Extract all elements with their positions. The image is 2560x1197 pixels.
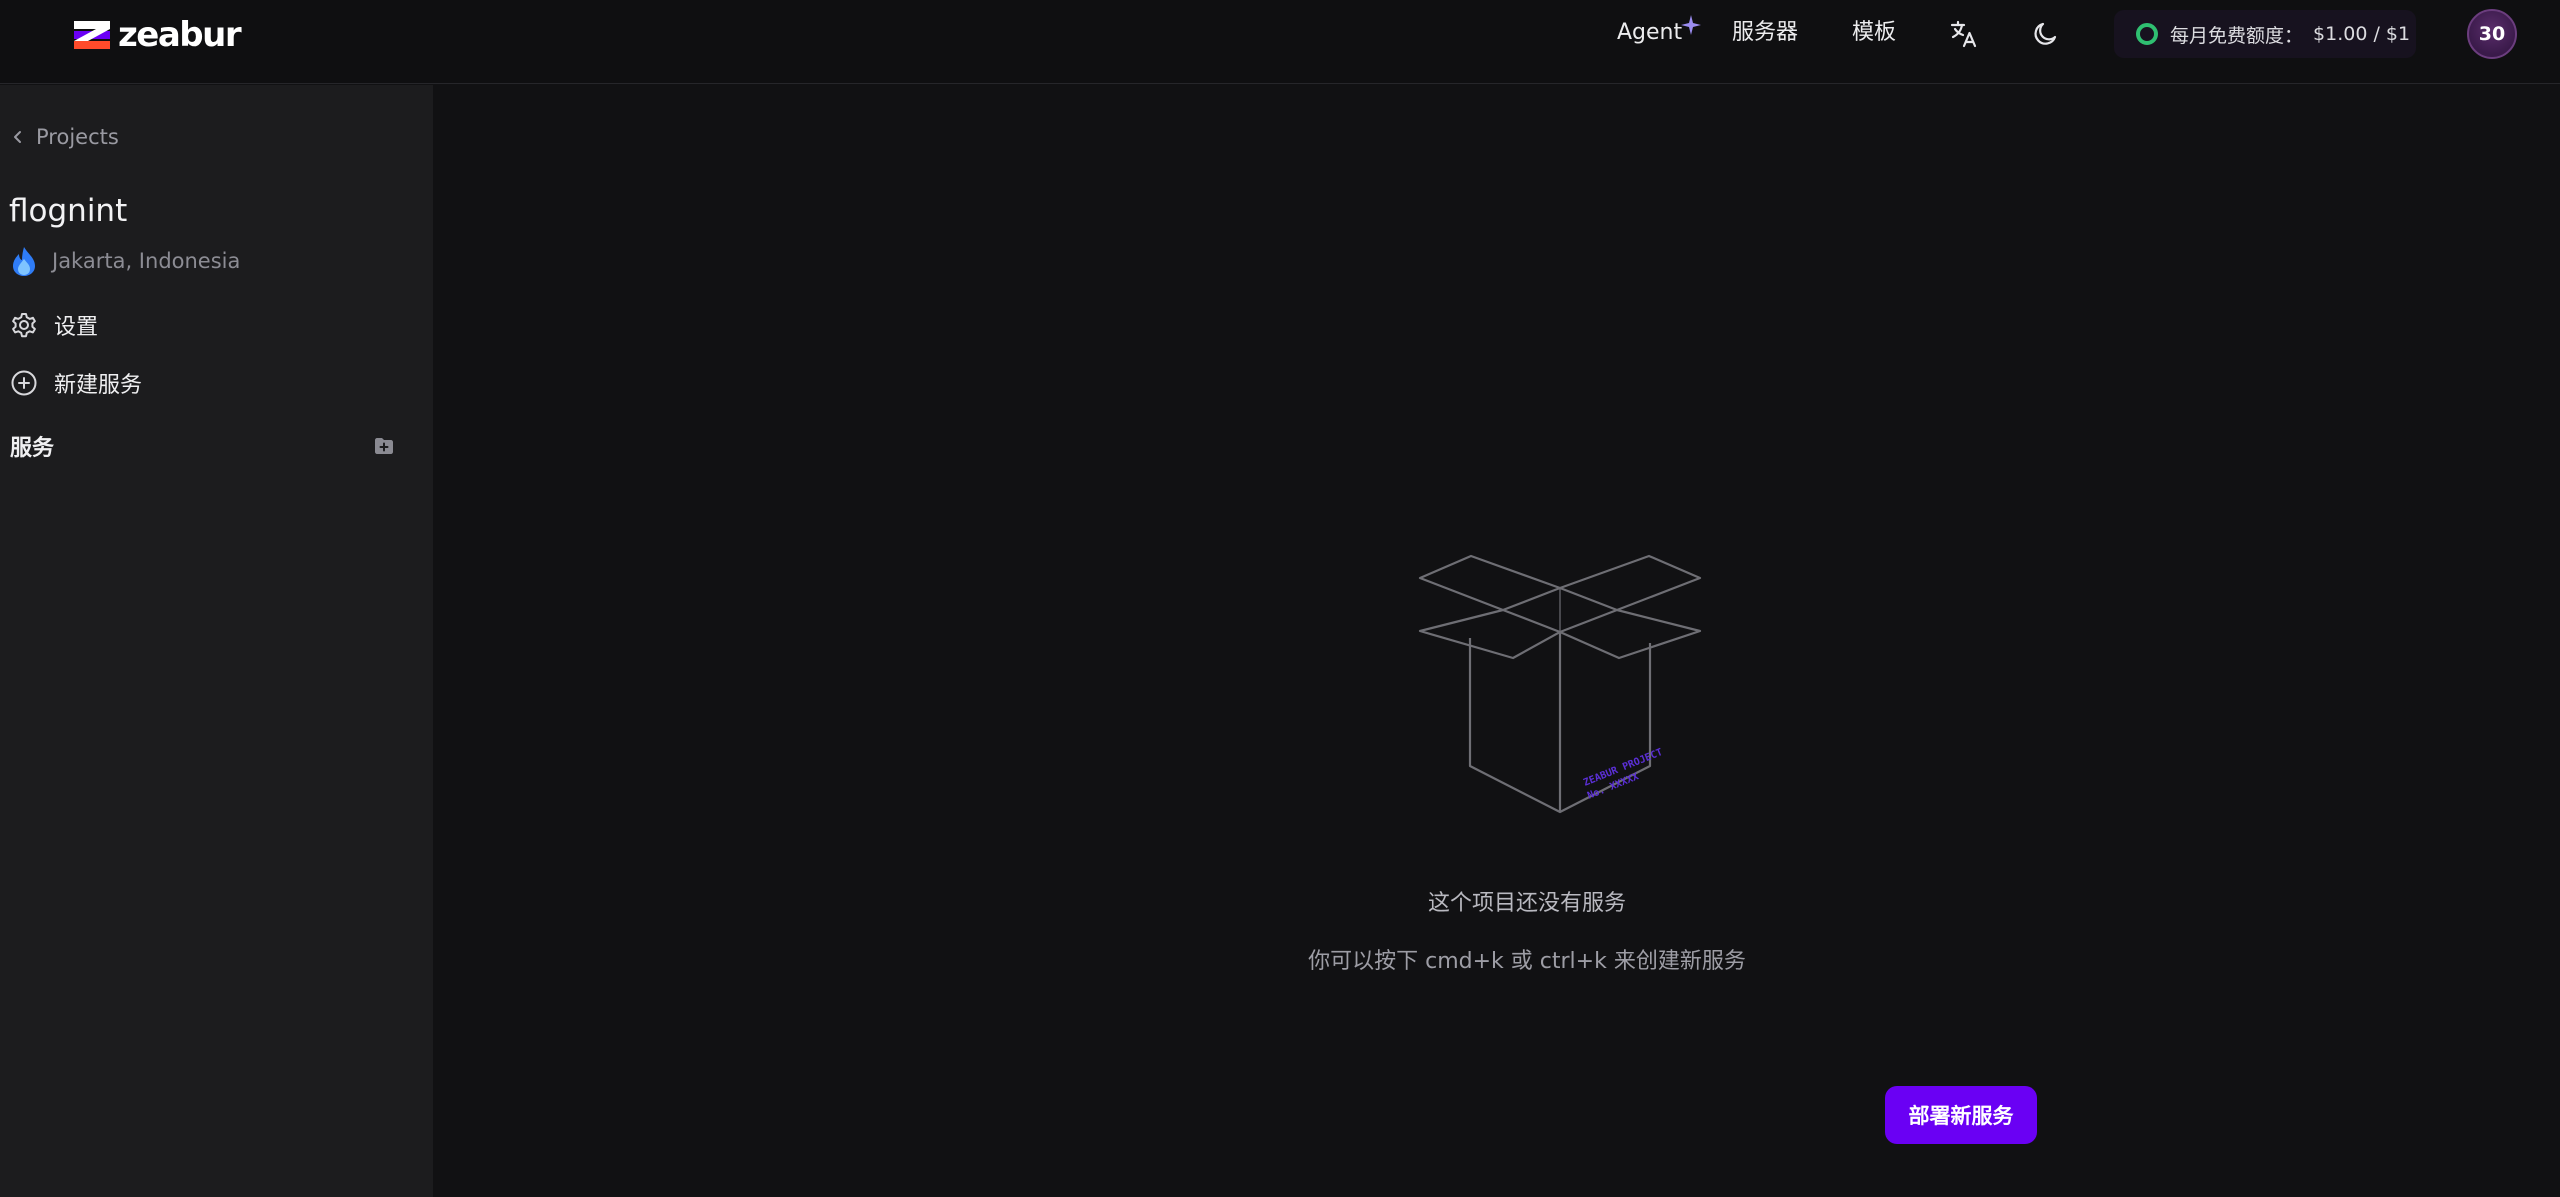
chevron-left-icon xyxy=(14,131,21,143)
new-service-label: 新建服务 xyxy=(54,373,143,398)
back-label: Projects xyxy=(36,125,119,149)
project-region: Jakarta, Indonesia xyxy=(10,245,240,277)
settings-label: 设置 xyxy=(54,315,99,340)
services-section-label: 服务 xyxy=(10,436,55,461)
quota-status-ring xyxy=(2136,23,2158,45)
zeabur-wordmark: zeabur xyxy=(118,15,242,55)
empty-box-illustration: ZEABUR PROJECT No. XXXXX xyxy=(1418,554,1702,814)
free-quota-indicator[interactable]: 每月免费额度： $1.00 / $1 xyxy=(2114,10,2416,58)
nav-servers[interactable]: 服务器 xyxy=(1732,18,1798,48)
top-navigation-bar: zeabur Agent 服务器 模板 每月免费额度： $1.00 / $1 3… xyxy=(0,0,2560,84)
sidebar-item-new-service[interactable]: 新建服务 xyxy=(10,367,142,399)
flame-icon xyxy=(13,247,35,276)
project-name: flognint xyxy=(9,193,128,229)
plus-circle-icon xyxy=(11,370,37,396)
sidebar-item-settings[interactable]: 设置 xyxy=(10,309,98,341)
language-button[interactable] xyxy=(1948,18,1980,50)
sparkle-icon xyxy=(1681,15,1701,35)
empty-state-title: 这个项目还没有服务 xyxy=(1427,891,1626,916)
gear-icon xyxy=(12,313,36,338)
project-sidebar: Projects flognint Jakarta, Indonesia 设置 … xyxy=(0,85,433,1197)
zeabur-logo-mark xyxy=(74,21,110,49)
services-section-header: 服务 xyxy=(10,431,395,461)
nav-templates[interactable]: 模板 xyxy=(1852,18,1896,48)
quota-label: 每月免费额度： xyxy=(2170,24,2304,47)
moon-icon xyxy=(2034,22,2057,45)
folder-plus-icon[interactable] xyxy=(373,435,395,457)
theme-toggle-button[interactable] xyxy=(2030,18,2062,50)
region-label: Jakarta, Indonesia xyxy=(52,249,241,273)
nav-agent[interactable]: Agent xyxy=(1617,18,1682,48)
user-avatar[interactable]: 30 xyxy=(2467,9,2517,59)
quota-value: $1.00 / $1 xyxy=(2313,23,2411,45)
empty-state-hint: 你可以按下 cmd+k 或 ctrl+k 来创建新服务 xyxy=(1308,949,1746,974)
avatar-text: 30 xyxy=(2478,23,2506,45)
zeabur-logo[interactable]: zeabur xyxy=(72,15,242,55)
services-canvas: ZEABUR PROJECT No. XXXXX 这个项目还没有服务 你可以按下… xyxy=(433,85,2560,1197)
back-to-projects-link[interactable]: Projects xyxy=(10,125,119,149)
deploy-new-service-button[interactable]: 部署新服务 xyxy=(1885,1086,2037,1144)
translate-icon xyxy=(1950,20,1977,48)
